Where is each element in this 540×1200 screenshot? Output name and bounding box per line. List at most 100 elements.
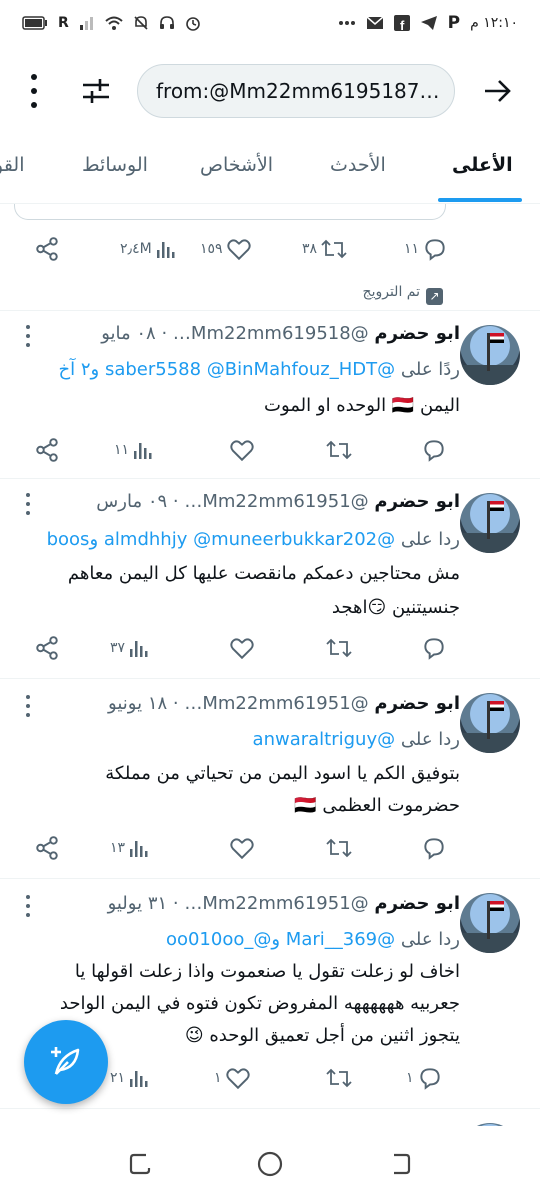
reply-button[interactable]: ١ (406, 1063, 443, 1093)
reply-mentions[interactable]: @almdhhjy @muneerbukkar202 (104, 529, 395, 550)
avatar[interactable] (460, 325, 520, 385)
clock-time: ١٢:١٠ م (470, 15, 518, 31)
like-button[interactable]: ١٥٩ (200, 234, 252, 264)
reply-prefix: ردا على (400, 729, 460, 750)
tab-top[interactable]: الأعلى (452, 154, 513, 176)
retweet-icon (326, 440, 352, 460)
like-button[interactable] (226, 833, 255, 863)
views-icon (130, 841, 148, 857)
tweet-actions: ٣٧ (0, 633, 540, 663)
reply-button[interactable] (418, 435, 447, 465)
more-options-icon[interactable] (26, 695, 32, 717)
retweet-button[interactable] (322, 435, 353, 465)
battery-icon (22, 16, 47, 30)
like-button[interactable]: ١ (214, 1063, 251, 1093)
reply-button[interactable] (418, 833, 447, 863)
likes-count: ١ (214, 1070, 222, 1086)
mute-icon (134, 16, 148, 30)
signal-icon (79, 17, 93, 30)
overflow-menu-icon[interactable] (22, 74, 46, 108)
like-button[interactable] (226, 633, 255, 663)
tweet[interactable]: ابو حضرم @Mm22mm61951… · ٠٩ مارس ردا على… (0, 478, 540, 678)
mail-icon (366, 16, 384, 29)
avatar[interactable] (460, 693, 520, 753)
tweet[interactable] (0, 1108, 540, 1126)
search-input[interactable]: from:@Mm22mm6195187… (137, 64, 455, 118)
tweet-text-line: اخاف لو زعلت تقول يا صنعموت واذا زعلت اق… (74, 961, 460, 982)
author-handle[interactable]: @Mm22mm61951… (184, 893, 368, 914)
reply-mentions[interactable]: @anwaraltriguy (253, 729, 396, 750)
retweet-button[interactable] (322, 833, 353, 863)
retweet-button[interactable] (322, 1063, 353, 1093)
tweet-text-line: جعربيه ههههههه المفروض تكون فتوه في اليم… (59, 993, 460, 1014)
tweet[interactable]: ابو حضرم @Mm22mm619518… · ٠٨ مايو ردًا ع… (0, 310, 540, 478)
carrier-label: R (58, 15, 69, 31)
replies-count: ١ (406, 1070, 414, 1086)
reply-mentions[interactable]: @Mari__369 و@_oo010oo (166, 929, 395, 950)
avatar[interactable] (460, 493, 520, 553)
avatar[interactable] (460, 893, 520, 953)
more-options-icon[interactable] (26, 325, 32, 347)
views-count: ١١ (114, 442, 130, 458)
reply-button[interactable]: ١١ (404, 234, 448, 264)
tweet-date: ٠٩ مارس (96, 491, 168, 512)
tweet-actions: ١٣ (0, 833, 540, 863)
tweet-date: ٣١ يوليو (107, 893, 168, 914)
recent-apps-icon[interactable] (126, 1150, 154, 1178)
reply-suffix[interactable]: و٢ آخ (59, 359, 100, 380)
promoted-indicator: ↗ تم الترويج (0, 280, 540, 310)
share-button[interactable] (34, 633, 60, 663)
tab-latest[interactable]: الأحدث (330, 154, 386, 176)
retweet-icon (321, 239, 347, 259)
share-button[interactable] (34, 435, 60, 465)
views-button[interactable]: ٢٫٤M (120, 234, 177, 264)
more-options-icon[interactable] (26, 895, 32, 917)
retweet-button[interactable] (322, 633, 353, 663)
reply-button[interactable] (418, 633, 447, 663)
views-icon (134, 443, 152, 459)
views-button[interactable]: ١١ (114, 435, 154, 465)
author-handle[interactable]: @Mm22mm619518… (173, 323, 369, 344)
views-icon (156, 242, 175, 258)
author-handle[interactable]: @Mm22mm61951… (184, 693, 368, 714)
author-name[interactable]: ابو حضرم (374, 491, 460, 512)
author-name[interactable]: ابو حضرم (374, 893, 460, 914)
share-button[interactable] (34, 234, 60, 264)
views-icon (130, 1071, 148, 1087)
views-button[interactable]: ٢١ (110, 1063, 150, 1093)
author-name[interactable]: ابو حضرم (374, 693, 460, 714)
reply-icon (425, 239, 445, 261)
reply-mentions[interactable]: @saber5588 @BinMahfouz_HDT (105, 359, 395, 380)
tweet-header: ابو حضرم @Mm22mm61951… · ٣١ يوليو (107, 893, 460, 914)
reply-suffix[interactable]: وboos (47, 529, 99, 550)
promoted-label: تم الترويج (362, 284, 420, 300)
tweet-actions: ١١ (0, 435, 540, 465)
arrow-right-icon[interactable] (480, 74, 514, 108)
tweet-text-line: مش محتاجين دعمكم مانقصت عليها كل اليمن م… (67, 563, 460, 584)
like-button[interactable] (226, 435, 255, 465)
tab-lists[interactable]: القو (0, 154, 25, 176)
tweet[interactable]: ابو حضرم @Mm22mm61951… · ١٨ يونيو ردا عل… (0, 678, 540, 878)
retweet-button[interactable]: ٣٨ (302, 234, 348, 264)
promoted-card-bottom[interactable] (14, 204, 446, 220)
author-handle[interactable]: @Mm22mm61951… (184, 491, 368, 512)
retweet-icon (326, 1068, 352, 1088)
views-button[interactable]: ٣٧ (110, 633, 150, 663)
reply-context: ردا على @Mari__369 و@_oo010oo (166, 929, 460, 950)
share-button[interactable] (34, 833, 60, 863)
views-button[interactable]: ١٣ (110, 833, 150, 863)
more-options-icon[interactable] (26, 493, 32, 515)
heart-icon (230, 440, 254, 462)
author-name[interactable]: ابو حضرم (374, 323, 460, 344)
share-icon (36, 636, 58, 660)
compose-button[interactable] (24, 1020, 108, 1104)
filter-icon[interactable] (80, 75, 112, 107)
tab-media[interactable]: الوسائط (82, 154, 148, 176)
reply-context: ردا على @almdhhjy @muneerbukkar202 وboos (47, 529, 460, 550)
reply-prefix: ردا على (400, 529, 460, 550)
back-icon[interactable] (386, 1150, 414, 1178)
facebook-icon: f (393, 15, 410, 31)
promoted-actions: ٢٫٤M ١٥٩ ٣٨ ١١ (0, 234, 540, 264)
home-icon[interactable] (256, 1150, 284, 1178)
tab-people[interactable]: الأشخاص (200, 154, 273, 176)
